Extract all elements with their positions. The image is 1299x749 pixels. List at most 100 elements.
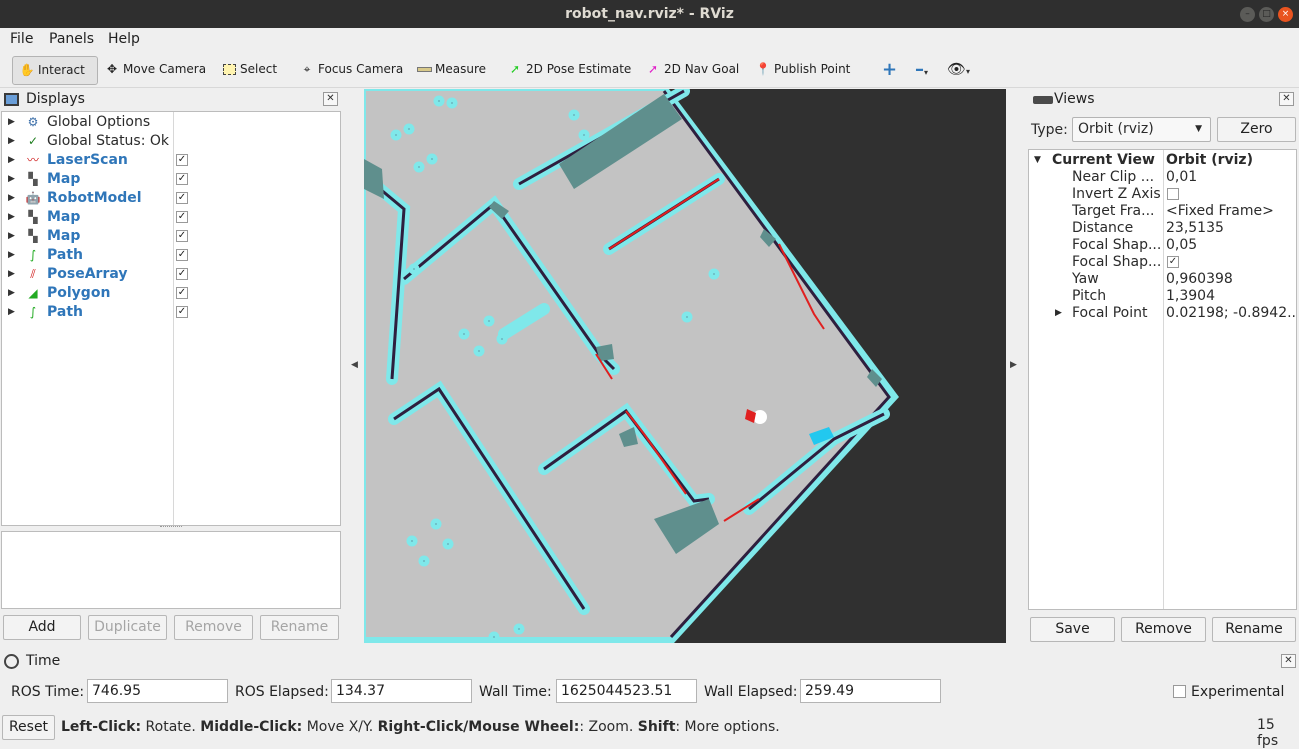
- display-enable-checkbox[interactable]: ✓: [176, 249, 188, 261]
- display-enable-checkbox[interactable]: ✓: [176, 287, 188, 299]
- expand-arrow-icon[interactable]: ▶: [8, 265, 15, 284]
- remove-view-button[interactable]: Remove: [1121, 617, 1206, 642]
- rename-view-button[interactable]: Rename: [1212, 617, 1296, 642]
- add-tool-plus-icon[interactable]: +: [876, 56, 901, 85]
- display-item[interactable]: ▶ 〰 LaserScan ✓: [2, 151, 340, 170]
- display-item-label: Path: [47, 247, 83, 263]
- eye-icon[interactable]: 👁▾: [941, 56, 974, 85]
- view-prop-value[interactable]: 0,05: [1166, 237, 1296, 254]
- display-item[interactable]: ▶ ◢ Polygon ✓: [2, 284, 340, 303]
- reset-button[interactable]: Reset: [2, 715, 55, 740]
- display-enable-checkbox[interactable]: ✓: [176, 211, 188, 223]
- select-tool-button[interactable]: Select: [215, 56, 281, 85]
- experimental-checkbox[interactable]: [1173, 685, 1186, 698]
- window-titlebar: robot_nav.rviz* - RViz – □ ×: [0, 0, 1299, 28]
- display-item[interactable]: ▶ ▚ Map ✓: [2, 208, 340, 227]
- display-item[interactable]: ▶ ✓ Global Status: Ok: [2, 132, 340, 151]
- view-prop-value[interactable]: <Fixed Frame>: [1166, 203, 1296, 220]
- wall-elapsed-field[interactable]: 259.49: [800, 679, 941, 703]
- view-prop-value[interactable]: 1,3904: [1166, 288, 1296, 305]
- right-click-hint: Right-Click/Mouse Wheel:: [377, 719, 580, 735]
- expand-arrow-icon[interactable]: ▶: [8, 303, 15, 322]
- view-prop-value[interactable]: 23,5135: [1166, 220, 1296, 237]
- maximize-icon[interactable]: □: [1259, 7, 1274, 22]
- move-camera-label: Move Camera: [123, 62, 207, 76]
- map-render: [364, 89, 899, 643]
- display-item-label: RobotModel: [47, 190, 142, 206]
- add-display-button[interactable]: Add: [3, 615, 81, 640]
- ros-elapsed-field[interactable]: 134.37: [331, 679, 472, 703]
- view-type-select[interactable]: Orbit (rviz) ▼: [1072, 117, 1211, 142]
- measure-tool-button[interactable]: Measure: [410, 56, 490, 85]
- render-viewport[interactable]: [364, 89, 1006, 643]
- remove-tool-minus-icon[interactable]: –▾: [909, 56, 932, 85]
- display-item[interactable]: ▶ ∫ Path ✓: [2, 246, 340, 265]
- expand-arrow-icon[interactable]: ▶: [8, 113, 15, 132]
- expand-arrow-icon[interactable]: ▶: [8, 189, 15, 208]
- collapse-right-icon[interactable]: ▶: [1010, 360, 1017, 370]
- display-enable-checkbox[interactable]: ✓: [176, 154, 188, 166]
- expand-arrow-icon[interactable]: ▶: [8, 227, 15, 246]
- interact-label: Interact: [38, 63, 85, 77]
- splitter-handle[interactable]: [160, 526, 182, 530]
- close-icon[interactable]: ×: [1278, 7, 1293, 22]
- remove-display-button[interactable]: Remove: [174, 615, 253, 640]
- display-description-box: [1, 531, 341, 609]
- view-prop-checkbox[interactable]: [1167, 188, 1179, 200]
- display-item[interactable]: ▶ ▚ Map ✓: [2, 170, 340, 189]
- experimental-label: Experimental: [1191, 684, 1285, 700]
- menu-file[interactable]: File: [10, 31, 33, 47]
- display-item[interactable]: ▶ ▚ Map ✓: [2, 227, 340, 246]
- menu-help[interactable]: Help: [108, 31, 140, 47]
- pose-estimate-tool-button[interactable]: ➚ 2D Pose Estimate: [501, 56, 635, 85]
- view-prop-value[interactable]: 0.02198; -0.8942...: [1166, 305, 1296, 322]
- minimize-icon[interactable]: –: [1240, 7, 1255, 22]
- views-close-icon[interactable]: ✕: [1279, 92, 1294, 106]
- ros-time-field[interactable]: 746.95: [87, 679, 228, 703]
- publish-point-tool-button[interactable]: 📍 Publish Point: [749, 56, 854, 85]
- expanded-arrow-icon[interactable]: ▼: [1034, 152, 1041, 169]
- nav-goal-tool-button[interactable]: ➚ 2D Nav Goal: [639, 56, 743, 85]
- display-item[interactable]: ▶ ⚙ Global Options: [2, 113, 340, 132]
- displays-close-icon[interactable]: ✕: [323, 92, 338, 106]
- duplicate-display-button[interactable]: Duplicate: [88, 615, 167, 640]
- status-bar: Reset Left-Click: Rotate. Middle-Click: …: [0, 713, 1299, 749]
- expand-arrow-icon[interactable]: ▶: [8, 246, 15, 265]
- current-view-value: Orbit (rviz): [1166, 152, 1253, 168]
- collapse-left-icon[interactable]: ◀: [351, 360, 358, 370]
- menu-panels[interactable]: Panels: [49, 31, 94, 47]
- move-arrows-icon: ✥: [106, 62, 118, 76]
- view-prop-value[interactable]: 0,960398: [1166, 271, 1296, 288]
- view-prop-value[interactable]: 0,01: [1166, 169, 1296, 186]
- display-enable-checkbox[interactable]: ✓: [176, 268, 188, 280]
- zero-view-button[interactable]: Zero: [1217, 117, 1296, 142]
- move-camera-tool-button[interactable]: ✥ Move Camera: [98, 56, 210, 85]
- rename-display-button[interactable]: Rename: [260, 615, 339, 640]
- collapsed-arrow-icon[interactable]: ▶: [1055, 305, 1062, 322]
- view-prop-checkbox[interactable]: ✓: [1167, 256, 1179, 268]
- interact-tool-button[interactable]: ✋ Interact: [12, 56, 98, 85]
- display-item[interactable]: ▶ ⫽ PoseArray ✓: [2, 265, 340, 284]
- display-item[interactable]: ▶ 🤖 RobotModel ✓: [2, 189, 340, 208]
- expand-arrow-icon[interactable]: ▶: [8, 284, 15, 303]
- status-hint: Left-Click: Rotate. Middle-Click: Move X…: [61, 719, 780, 735]
- nav-goal-label: 2D Nav Goal: [664, 62, 740, 76]
- focus-camera-tool-button[interactable]: ⌖ Focus Camera: [293, 56, 407, 85]
- view-prop-name: Focal Shap...: [1072, 254, 1162, 270]
- views-panel-header: Views ✕: [1028, 89, 1299, 111]
- display-item-label: Path: [47, 304, 83, 320]
- display-item-label: Map: [47, 228, 81, 244]
- expand-arrow-icon[interactable]: ▶: [8, 208, 15, 227]
- display-enable-checkbox[interactable]: ✓: [176, 173, 188, 185]
- save-view-button[interactable]: Save: [1030, 617, 1115, 642]
- expand-arrow-icon[interactable]: ▶: [8, 132, 15, 151]
- views-title: Views: [1054, 91, 1095, 107]
- display-item[interactable]: ▶ ∫ Path ✓: [2, 303, 340, 322]
- expand-arrow-icon[interactable]: ▶: [8, 170, 15, 189]
- time-close-icon[interactable]: ✕: [1281, 654, 1296, 668]
- wall-time-field[interactable]: 1625044523.51: [556, 679, 697, 703]
- display-enable-checkbox[interactable]: ✓: [176, 230, 188, 242]
- display-enable-checkbox[interactable]: ✓: [176, 192, 188, 204]
- expand-arrow-icon[interactable]: ▶: [8, 151, 15, 170]
- display-enable-checkbox[interactable]: ✓: [176, 306, 188, 318]
